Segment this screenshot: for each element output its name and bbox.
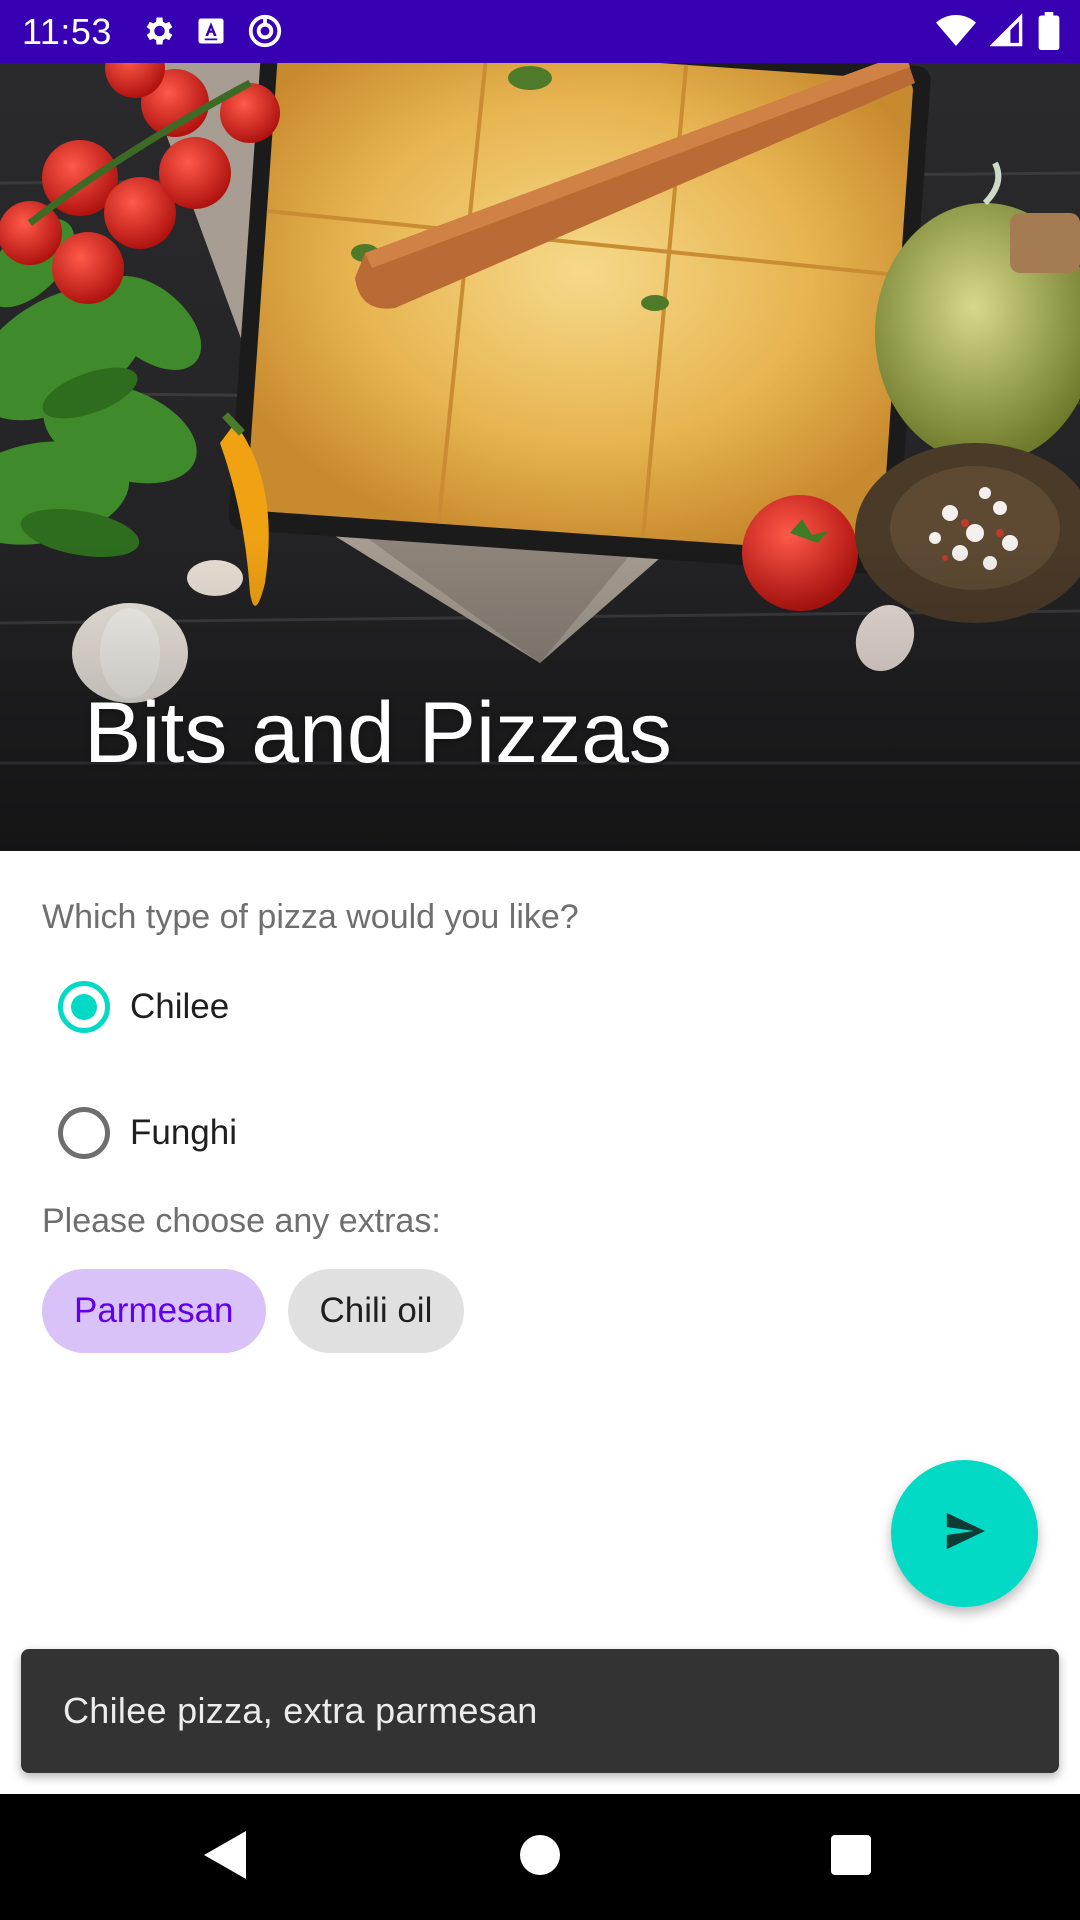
wifi-icon	[936, 13, 976, 49]
radio-label-chilee: Chilee	[130, 987, 230, 1026]
back-icon	[204, 1830, 248, 1884]
status-time: 11:53	[22, 11, 112, 52]
data-saver-icon	[246, 12, 284, 50]
back-button[interactable]	[193, 1824, 259, 1890]
navigation-bar	[0, 1794, 1080, 1920]
snackbar-message: Chilee pizza, extra parmesan	[63, 1690, 538, 1731]
radio-unchecked-icon[interactable]	[42, 1091, 126, 1175]
home-icon	[520, 1834, 560, 1880]
recents-icon	[831, 1834, 871, 1880]
signal-icon	[990, 13, 1024, 49]
extras-label: Please choose any extras:	[42, 1202, 441, 1240]
radio-checked-icon[interactable]	[42, 965, 126, 1049]
chip-parmesan[interactable]: Parmesan	[42, 1269, 266, 1353]
keyboard-a-icon	[196, 16, 226, 46]
home-button[interactable]	[507, 1824, 573, 1890]
send-icon	[943, 1511, 987, 1556]
snackbar: Chilee pizza, extra parmesan	[21, 1649, 1059, 1773]
battery-icon	[1038, 12, 1060, 50]
radio-funghi[interactable]: Funghi	[42, 1091, 237, 1175]
send-order-button[interactable]	[891, 1460, 1038, 1607]
extras-chip-group: Parmesan Chili oil	[42, 1269, 465, 1353]
hero-image: Bits and Pizzas	[0, 63, 1080, 851]
chip-chili-oil[interactable]: Chili oil	[287, 1269, 465, 1353]
radio-label-funghi: Funghi	[130, 1113, 238, 1152]
radio-chilee[interactable]: Chilee	[42, 965, 229, 1049]
pizza-type-question: Which type of pizza would you like?	[42, 898, 579, 936]
app-title: Bits and Pizzas	[84, 685, 672, 781]
app-screen: 11:53 Bits and Pizzas Which type of pizz…	[0, 0, 1080, 1920]
recents-button[interactable]	[818, 1824, 884, 1890]
status-bar: 11:53	[0, 0, 1080, 63]
settings-icon	[140, 13, 176, 49]
